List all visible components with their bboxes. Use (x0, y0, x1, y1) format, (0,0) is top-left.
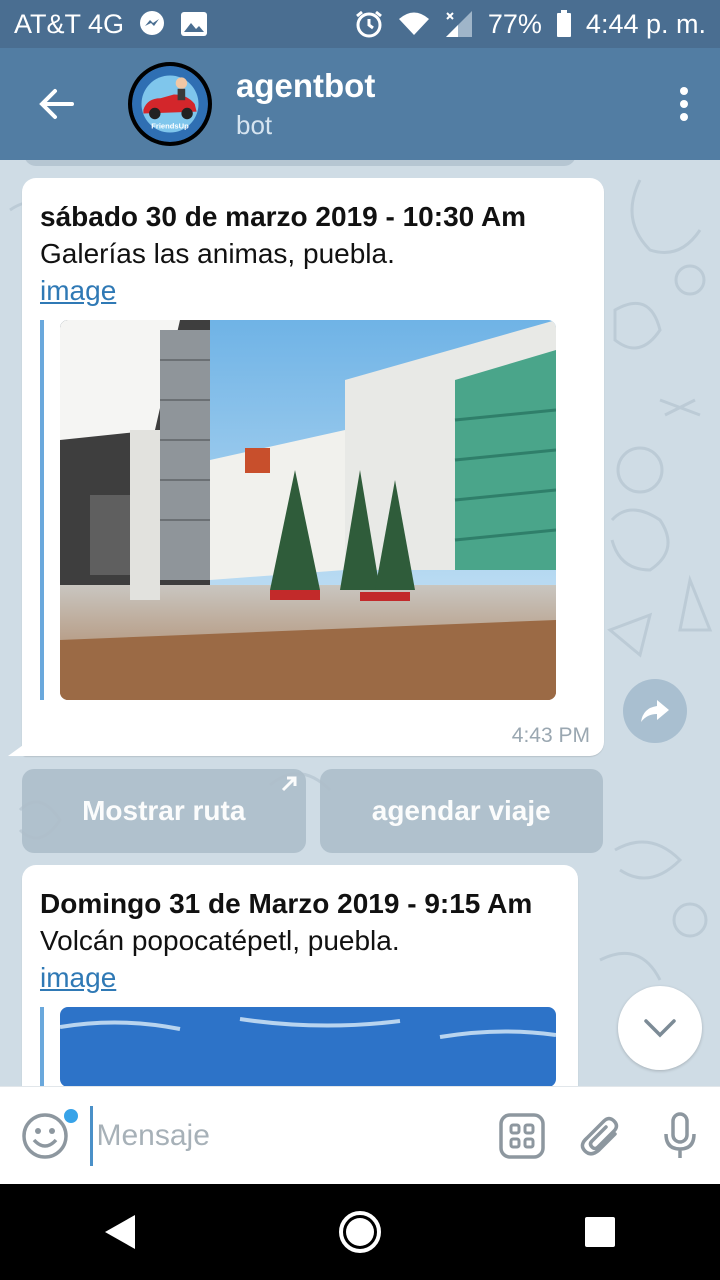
inline-keyboard: Mostrar ruta agendar viaje (22, 769, 603, 853)
message-time: 4:43 PM (511, 724, 590, 747)
svg-text:FriendsUp: FriendsUp (151, 122, 189, 131)
message-bubble[interactable]: sábado 30 de marzo 2019 - 10:30 Am Galer… (22, 178, 604, 756)
notification-dot (62, 1106, 80, 1125)
image-link[interactable]: image (40, 272, 116, 310)
event-date: Domingo 31 de Marzo 2019 - 9:15 Am (40, 888, 533, 919)
chat-title: agentbot (236, 67, 376, 104)
paperclip-icon (580, 1116, 619, 1155)
car-logo-icon: FriendsUp (132, 66, 208, 142)
volcano-photo[interactable] (60, 1007, 556, 1086)
square-recents-icon (585, 1217, 615, 1247)
show-route-label: Mostrar ruta (82, 795, 246, 826)
nav-recents-button[interactable] (550, 1184, 650, 1280)
circle-home-icon (339, 1211, 381, 1253)
carrier-label: AT&T 4G (14, 8, 125, 39)
clock: 4:44 p. m. (585, 8, 706, 39)
nav-back-button[interactable] (70, 1184, 170, 1280)
link-preview[interactable] (40, 320, 586, 700)
event-place: Galerías las animas, puebla. (40, 238, 395, 269)
keyboard-grid-icon (499, 1112, 545, 1159)
more-options-button[interactable] (648, 48, 720, 160)
event-date: sábado 30 de marzo 2019 - 10:30 Am (40, 201, 527, 232)
wifi-icon (398, 11, 430, 37)
header-text[interactable]: agentbot bot (236, 66, 648, 142)
battery-icon (556, 10, 572, 38)
chat-header: FriendsUp agentbot bot (0, 48, 720, 160)
scroll-down-button[interactable] (618, 986, 702, 1070)
status-right: 77% 4:44 p. m. (354, 9, 706, 40)
signal-icon (444, 10, 474, 38)
battery-percent: 77% (487, 8, 542, 39)
show-route-button[interactable]: Mostrar ruta (22, 769, 306, 853)
message-bubble[interactable]: Domingo 31 de Marzo 2019 - 9:15 Am Volcá… (22, 865, 578, 1086)
previous-message-edge (24, 160, 576, 166)
avatar[interactable]: FriendsUp (128, 62, 212, 146)
voice-record-button[interactable] (641, 1087, 720, 1185)
emoji-button[interactable] (0, 1087, 90, 1185)
message-input[interactable] (89, 1105, 483, 1166)
messenger-icon (138, 10, 166, 38)
share-button[interactable] (623, 679, 687, 743)
alarm-icon (354, 9, 384, 39)
status-left: AT&T 4G (14, 9, 208, 40)
chat-area[interactable]: sábado 30 de marzo 2019 - 10:30 Am Galer… (0, 160, 720, 1086)
gallery-icon (180, 11, 208, 37)
event-place: Volcán popocatépetl, puebla. (40, 925, 400, 956)
link-preview[interactable] (40, 1007, 560, 1086)
mall-photo[interactable] (60, 320, 556, 700)
image-link[interactable]: image (40, 959, 116, 997)
schedule-trip-button[interactable]: agendar viaje (319, 769, 603, 853)
nav-home-button[interactable] (310, 1184, 410, 1280)
navigation-bar (0, 1184, 720, 1280)
attach-button[interactable] (562, 1087, 641, 1185)
back-arrow-icon (39, 89, 74, 119)
schedule-trip-label: agendar viaje (371, 795, 551, 826)
chevron-down-icon (644, 1019, 676, 1038)
share-arrow-icon (641, 700, 669, 722)
microphone-icon (664, 1111, 697, 1158)
chat-subtitle: bot (236, 110, 273, 140)
message-input-bar (0, 1086, 720, 1184)
status-bar: AT&T 4G 77% 4:44 p. m. (0, 0, 720, 48)
bot-keyboard-button[interactable] (483, 1087, 562, 1185)
more-vert-icon (680, 87, 688, 121)
triangle-back-icon (105, 1215, 135, 1249)
external-link-icon (281, 776, 296, 792)
back-button[interactable] (0, 48, 112, 160)
